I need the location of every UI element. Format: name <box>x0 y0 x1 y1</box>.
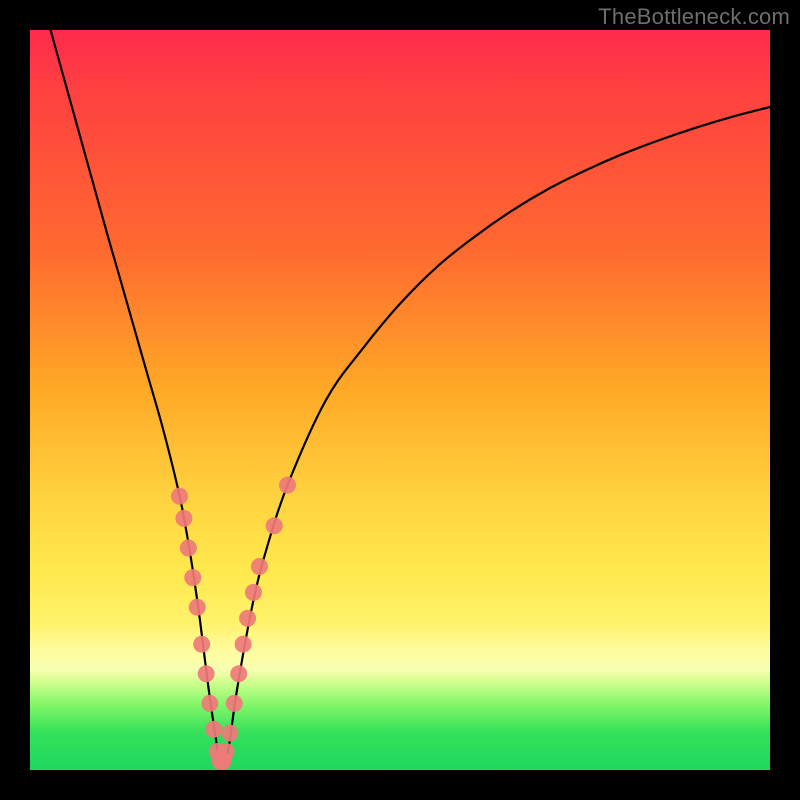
highlight-dot <box>266 517 283 534</box>
plot-area <box>30 30 770 770</box>
highlight-dot <box>193 636 210 653</box>
highlight-dot <box>184 569 201 586</box>
highlight-dot <box>205 721 222 738</box>
highlight-dot <box>239 610 256 627</box>
highlight-dot <box>226 695 243 712</box>
highlight-dot <box>235 636 252 653</box>
highlight-dot <box>279 477 296 494</box>
highlight-dot <box>171 488 188 505</box>
highlight-dot <box>180 540 197 557</box>
highlight-dot <box>198 665 215 682</box>
highlight-dot <box>221 725 238 742</box>
highlight-dot <box>230 665 247 682</box>
highlight-dot <box>251 558 268 575</box>
highlight-dot <box>175 510 192 527</box>
highlight-dot <box>245 584 262 601</box>
highlight-dot <box>218 743 235 760</box>
chart-stage: TheBottleneck.com <box>0 0 800 800</box>
highlight-dot <box>201 695 218 712</box>
bottleneck-curve <box>30 30 770 766</box>
curve-path <box>30 30 770 766</box>
watermark-text: TheBottleneck.com <box>598 4 790 30</box>
curve-overlay <box>30 30 770 770</box>
highlight-dots <box>171 477 296 770</box>
highlight-dot <box>189 599 206 616</box>
